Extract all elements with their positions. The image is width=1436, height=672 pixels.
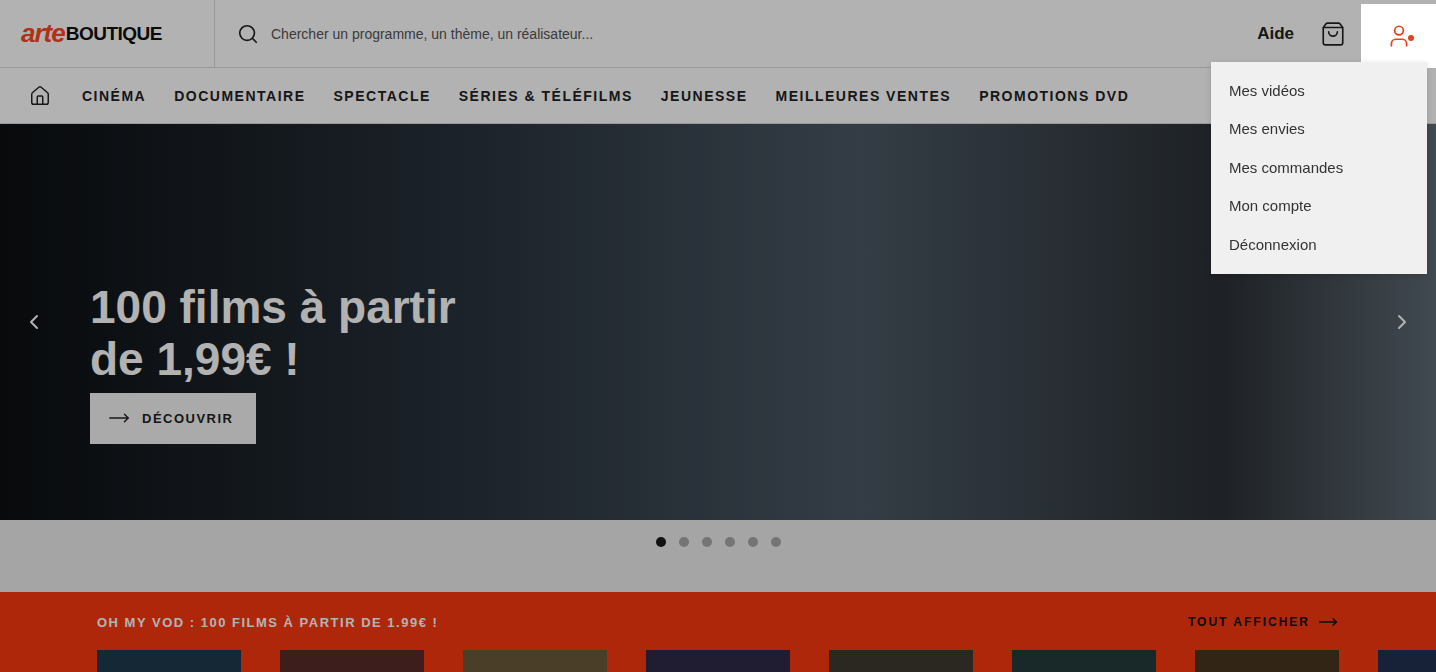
account-menu-item[interactable]: Mes vidéos [1211, 71, 1427, 110]
account-menu-item[interactable]: Mon compte [1211, 187, 1427, 226]
account-menu-item[interactable]: Mes envies [1211, 110, 1427, 149]
account-menu-item[interactable]: Mes commandes [1211, 148, 1427, 187]
account-button[interactable] [1361, 4, 1436, 68]
account-menu: Mes vidéosMes enviesMes commandesMon com… [1211, 62, 1427, 274]
account-menu-item[interactable]: Déconnexion [1211, 225, 1427, 264]
notification-dot [1408, 35, 1414, 41]
page: arteBOUTIQUEChercher un programme, un th… [0, 0, 1436, 672]
